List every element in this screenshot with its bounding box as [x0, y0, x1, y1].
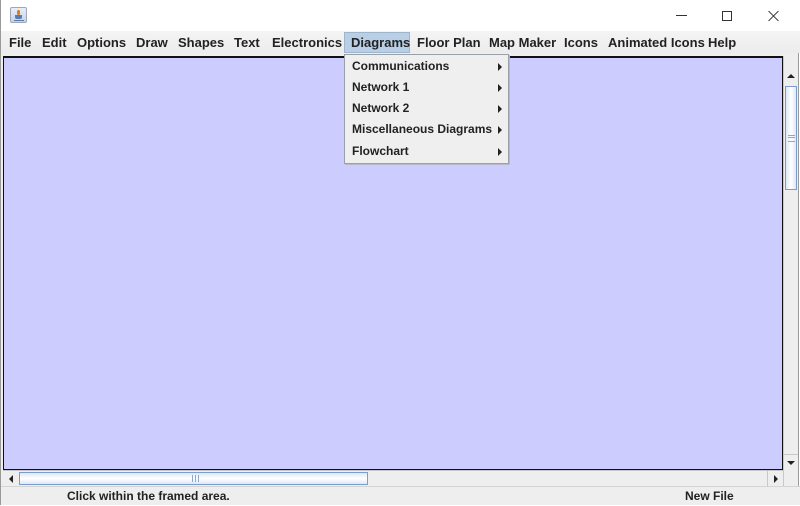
diagrams-dropdown-menu: Communications Network 1 Network 2 Misce…: [344, 54, 509, 164]
submenu-arrow-icon: [498, 126, 502, 134]
scroll-left-button[interactable]: [3, 471, 19, 486]
vertical-scroll-thumb[interactable]: [785, 86, 797, 190]
menu-item-network-2[interactable]: Network 2: [345, 98, 508, 119]
file-status: New File: [685, 489, 734, 503]
scroll-right-button[interactable]: [767, 471, 784, 486]
menu-item-label: Network 2: [352, 101, 410, 115]
menu-item-miscellaneous-diagrams[interactable]: Miscellaneous Diagrams: [345, 119, 508, 140]
scroll-up-button[interactable]: [784, 68, 798, 84]
menu-item-label: Network 1: [352, 80, 410, 94]
arrow-down-icon: [787, 461, 795, 465]
scroll-down-button[interactable]: [784, 454, 798, 471]
horizontal-scroll-thumb[interactable]: [19, 472, 368, 485]
scrollbar-corner: [783, 470, 798, 486]
menu-icons[interactable]: Icons: [558, 32, 604, 53]
menu-text[interactable]: Text: [228, 32, 266, 53]
grip-icon: [192, 475, 199, 482]
submenu-arrow-icon: [498, 84, 502, 92]
arrow-right-icon: [774, 474, 778, 483]
menu-diagrams[interactable]: Diagrams: [344, 32, 410, 53]
vertical-scrollbar[interactable]: [783, 56, 798, 470]
menu-electronics[interactable]: Electronics: [266, 32, 348, 53]
menu-edit[interactable]: Edit: [36, 32, 73, 53]
submenu-arrow-icon: [498, 63, 502, 71]
minimize-icon: [675, 15, 687, 16]
menu-file[interactable]: File: [3, 32, 37, 53]
maximize-icon: [722, 10, 732, 21]
menu-help[interactable]: Help: [702, 32, 742, 53]
java-app-icon: [10, 7, 27, 23]
submenu-arrow-icon: [498, 105, 502, 113]
menu-floor-plan[interactable]: Floor Plan: [411, 32, 487, 53]
status-message: Click within the framed area.: [67, 489, 230, 503]
arrow-left-icon: [9, 474, 13, 483]
submenu-arrow-icon: [498, 148, 502, 156]
arrow-up-icon: [787, 74, 795, 78]
close-icon: [768, 10, 780, 22]
menu-item-label: Miscellaneous Diagrams: [352, 122, 493, 136]
menu-map-maker[interactable]: Map Maker: [483, 32, 562, 53]
close-button[interactable]: [751, 0, 797, 31]
menu-item-network-1[interactable]: Network 1: [345, 77, 508, 98]
title-bar: [1, 0, 800, 31]
maximize-button[interactable]: [704, 0, 750, 31]
grip-icon: [788, 135, 795, 142]
horizontal-scrollbar[interactable]: [3, 470, 783, 486]
menu-shapes[interactable]: Shapes: [172, 32, 230, 53]
minimize-button[interactable]: [658, 0, 704, 31]
menu-item-flowchart[interactable]: Flowchart: [345, 141, 508, 162]
menu-item-label: Flowchart: [352, 144, 409, 158]
menu-item-communications[interactable]: Communications: [345, 56, 508, 77]
menu-item-label: Communications: [352, 59, 450, 73]
menu-options[interactable]: Options: [71, 32, 132, 53]
app-window: File Edit Options Draw Shapes Text Elect…: [0, 0, 800, 505]
menu-draw[interactable]: Draw: [130, 32, 174, 53]
menu-animated-icons[interactable]: Animated Icons: [602, 32, 711, 53]
menu-bar: File Edit Options Draw Shapes Text Elect…: [1, 31, 800, 53]
status-bar: Click within the framed area. New File: [1, 486, 800, 505]
